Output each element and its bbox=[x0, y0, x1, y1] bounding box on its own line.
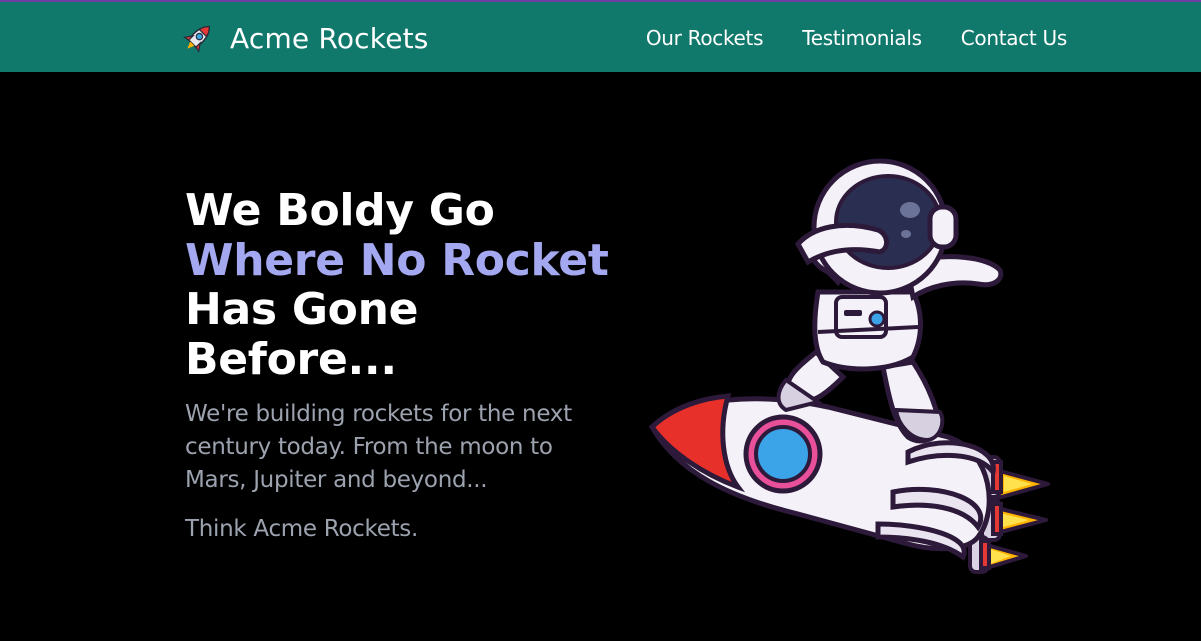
rocket-icon bbox=[182, 25, 211, 54]
hero-heading: We Boldy Go Where No Rocket Has Gone Bef… bbox=[185, 186, 625, 384]
astronaut-on-rocket-illustration bbox=[648, 158, 1050, 574]
brand-home-link[interactable]: Acme Rockets bbox=[180, 19, 429, 57]
nav-link-contact-us[interactable]: Contact Us bbox=[961, 26, 1068, 50]
hero-heading-accent: Where No Rocket bbox=[185, 234, 609, 286]
nav-link-testimonials[interactable]: Testimonials bbox=[802, 26, 922, 50]
hero-tagline: Think Acme Rockets. bbox=[185, 516, 418, 542]
hero-heading-line-3: Has Gone bbox=[185, 284, 419, 335]
nav-link-our-rockets[interactable]: Our Rockets bbox=[646, 26, 764, 50]
brand-name: Acme Rockets bbox=[230, 21, 429, 55]
site-header: Acme Rockets Our Rockets Testimonials Co… bbox=[0, 2, 1201, 72]
hero-heading-line-4: Before... bbox=[185, 333, 397, 385]
hero-section: We Boldy Go Where No Rocket Has Gone Bef… bbox=[185, 186, 625, 546]
hero-heading-line-1: We Boldy Go bbox=[185, 185, 495, 236]
hero-lead-text: We're building rockets for the next cent… bbox=[185, 401, 572, 493]
main-nav: Our Rockets Testimonials Contact Us bbox=[646, 26, 1067, 50]
